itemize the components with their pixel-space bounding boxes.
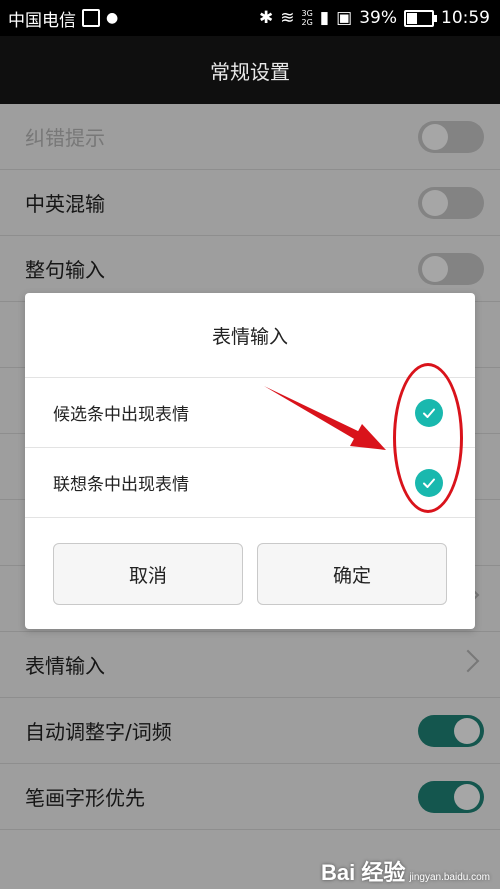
carrier-label: 中国电信 [8,10,76,31]
baidu-watermark: Bai 经验 jingyan.baidu.com [321,855,490,887]
sim-icon: ▣ [336,8,353,28]
annotation-circle [393,363,463,513]
wifi-icon: ≋ [280,8,295,28]
image-icon [82,9,100,27]
bluetooth-icon: ✱ [258,8,274,28]
ok-button[interactable]: 确定 [257,543,447,605]
page-title-bar: 常规设置 [0,36,500,104]
dialog-title: 表情输入 [25,293,475,378]
option-label: 候选条中出现表情 [53,405,189,425]
network-type: 3G 2G [301,9,312,27]
chat-icon: ● [106,10,119,26]
dialog-buttons: 取消 确定 [25,543,475,605]
battery-percent: 39% [359,8,397,28]
clock: 10:59 [441,8,490,28]
page-title: 常规设置 [210,59,290,84]
status-bar: 中国电信 ● ✱ ≋ 3G 2G ▮ ▣ 39% 10:59 [0,0,500,36]
battery-icon [404,9,437,27]
signal-icon: ▮ [319,8,330,28]
battery-fill [407,12,418,24]
network-2g: 2G [301,18,313,27]
watermark-url: jingyan.baidu.com [409,872,490,883]
network-3g: 3G [301,9,313,18]
watermark-logo: Bai 经验 [321,860,406,885]
cancel-button[interactable]: 取消 [53,543,243,605]
option-label: 联想条中出现表情 [53,475,189,495]
